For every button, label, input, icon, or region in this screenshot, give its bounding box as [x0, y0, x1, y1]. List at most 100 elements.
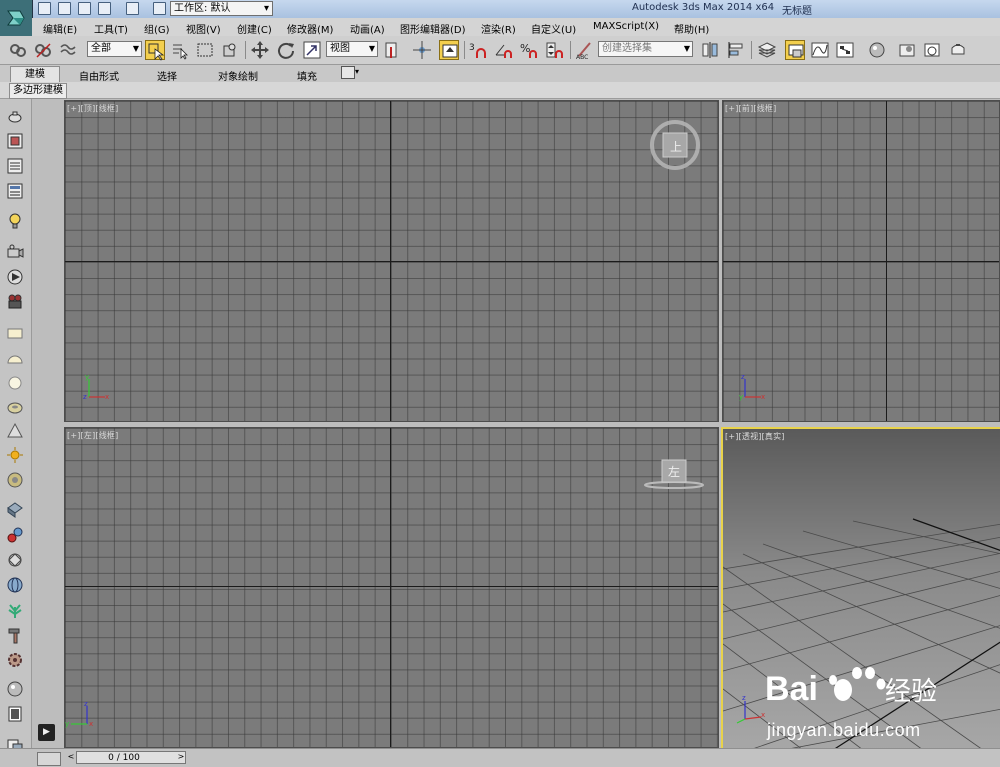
viewport-top-label[interactable]: [+][顶][线框] [67, 103, 118, 114]
material-sphere-icon[interactable] [6, 680, 24, 698]
pivot-center-icon[interactable] [382, 40, 402, 60]
command-panel-bar [0, 99, 32, 766]
motion-panel-icon[interactable] [6, 268, 24, 286]
grid-object-icon[interactable] [6, 501, 24, 519]
disc-icon[interactable] [6, 471, 24, 489]
menu-tools[interactable]: 工具(T) [94, 21, 128, 36]
light-bulb-icon[interactable] [6, 212, 24, 230]
menu-maxscript[interactable]: MAXScript(X) [593, 21, 659, 32]
viewport-front-label[interactable]: [+][前][线框] [725, 103, 776, 114]
menu-edit[interactable]: 编辑(E) [43, 21, 77, 36]
mirror-icon[interactable] [700, 40, 720, 60]
viewport-top[interactable]: [+][顶][线框] 上 y z x [64, 100, 719, 422]
time-slider[interactable]: 0 / 100 [76, 751, 186, 764]
save-file-icon[interactable] [78, 2, 91, 15]
reference-coord-dropdown[interactable]: 视图 ▼ [326, 41, 378, 57]
rect-selection-region-icon[interactable] [195, 40, 215, 60]
rendered-frame-window-icon[interactable] [922, 40, 942, 60]
sun-icon[interactable] [6, 446, 24, 464]
move-icon[interactable] [250, 40, 270, 60]
tab-object-paint[interactable]: 对象绘制 [218, 68, 258, 83]
window-crossing-icon[interactable] [220, 40, 240, 60]
viewport-left[interactable]: [+][左][线框] 左 z x y [64, 427, 719, 748]
video-camera-icon[interactable] [6, 293, 24, 311]
render-production-icon[interactable] [948, 40, 968, 60]
ribbon-options-icon[interactable] [341, 66, 355, 79]
selection-filter-dropdown[interactable]: 全部 ▼ [87, 41, 142, 57]
view-cube-icon[interactable]: 左 [643, 456, 705, 492]
particles-icon[interactable] [6, 526, 24, 544]
new-file-icon[interactable] [38, 2, 51, 15]
view-cube-icon[interactable]: 上 [647, 118, 703, 174]
chevron-down-icon[interactable]: ▾ [355, 67, 359, 76]
cone-icon[interactable] [6, 422, 24, 440]
viewport-front[interactable]: [+][前][线框] z y x [722, 100, 1000, 422]
globe-icon[interactable] [6, 576, 24, 594]
select-manipulate-icon[interactable] [412, 40, 432, 60]
menu-rendering[interactable]: 渲染(R) [481, 21, 516, 36]
polygon-modeling-panel-label[interactable]: 多边形建模 [9, 83, 67, 99]
menu-animation[interactable]: 动画(A) [350, 21, 385, 36]
teapot-icon[interactable] [6, 107, 24, 125]
menu-graph-editors[interactable]: 图形编辑器(D) [400, 21, 466, 36]
open-file-icon[interactable] [58, 2, 71, 15]
scale-icon[interactable] [302, 40, 322, 60]
angle-snap-icon[interactable] [494, 40, 514, 60]
spinner-snap-icon[interactable] [544, 40, 564, 60]
mini-curve-editor-button[interactable] [37, 752, 61, 766]
redo-icon[interactable] [126, 2, 139, 15]
named-selection-sets-dropdown[interactable]: 创建选择集 ▼ [598, 41, 693, 57]
curve-editor-icon[interactable] [810, 40, 830, 60]
edit-named-selection-icon[interactable]: ABC [575, 40, 595, 61]
schematic-view-icon[interactable] [835, 40, 855, 60]
select-object-button[interactable] [145, 40, 165, 61]
hemisphere-icon[interactable] [6, 349, 24, 367]
tab-selection[interactable]: 选择 [157, 68, 177, 83]
snaps-toggle-button[interactable]: 3 [468, 40, 488, 60]
menu-group[interactable]: 组(G) [144, 21, 170, 36]
material-editor-icon[interactable] [867, 40, 887, 60]
hammer-icon[interactable] [6, 626, 24, 644]
viewport-left-label[interactable]: [+][左][线框] [67, 430, 118, 441]
hierarchy-panel-icon[interactable] [6, 182, 24, 200]
tab-populate[interactable]: 填充 [297, 68, 317, 83]
menu-create[interactable]: 创建(C) [237, 21, 272, 36]
menu-modifiers[interactable]: 修改器(M) [287, 21, 333, 36]
tab-modeling[interactable]: 建模 [10, 66, 60, 83]
graphite-modeling-tools-button[interactable] [785, 40, 805, 60]
next-frame-button[interactable]: > [176, 751, 186, 764]
render-setup-icon[interactable] [897, 40, 917, 60]
unlink-icon[interactable] [33, 40, 53, 60]
modify-panel-icon[interactable] [6, 157, 24, 175]
grid-axis-x [723, 261, 999, 262]
link-icon[interactable] [8, 40, 28, 60]
menu-customize[interactable]: 自定义(U) [531, 21, 576, 36]
tab-freeform[interactable]: 自由形式 [79, 68, 119, 83]
watermark-brand-cn: 经验 [885, 677, 937, 707]
previous-frame-button[interactable]: < [66, 751, 76, 764]
gear-icon[interactable] [6, 651, 24, 669]
percent-snap-icon[interactable]: % [519, 40, 539, 60]
keyboard-shortcut-override-button[interactable] [439, 40, 459, 60]
project-folder-icon[interactable] [153, 2, 166, 15]
app-menu-button[interactable] [0, 0, 33, 36]
bind-space-warp-icon[interactable] [58, 40, 78, 60]
select-by-name-icon[interactable] [170, 40, 190, 60]
rotate-icon[interactable] [276, 40, 296, 60]
menu-help[interactable]: 帮助(H) [674, 21, 709, 36]
film-strip-icon[interactable] [6, 705, 24, 723]
axis-tripod-icon: y z x [83, 373, 109, 401]
align-icon[interactable] [726, 40, 746, 60]
plant-icon[interactable] [6, 601, 24, 619]
workspace-dropdown[interactable]: 工作区: 默认 ▾ [170, 1, 273, 16]
layer-manager-icon[interactable] [757, 40, 777, 60]
sphere-icon[interactable] [6, 374, 24, 392]
create-panel-icon[interactable] [6, 132, 24, 150]
undo-icon[interactable] [98, 2, 111, 15]
expand-panel-button[interactable]: ▶ [38, 724, 55, 741]
camera-icon[interactable] [6, 243, 24, 261]
plane-icon[interactable] [6, 324, 24, 342]
space-warp-icon[interactable] [6, 551, 24, 569]
torus-icon[interactable] [6, 399, 24, 417]
menu-views[interactable]: 视图(V) [186, 21, 221, 36]
